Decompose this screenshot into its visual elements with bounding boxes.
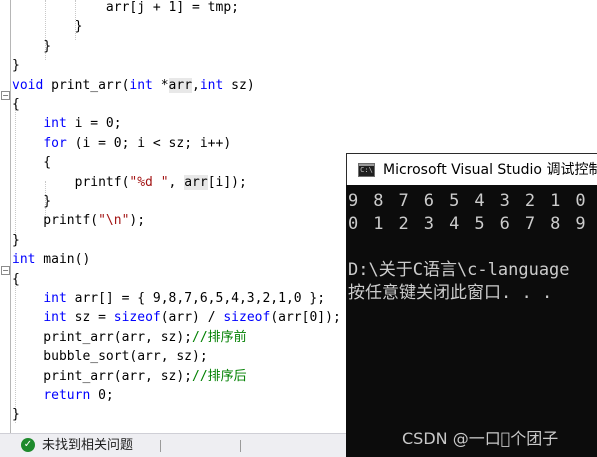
watermark-text: CSDN @一口 个团子: [402, 429, 559, 448]
code-token: for: [43, 135, 67, 151]
outline-gutter: [10, 0, 11, 433]
code-line[interactable]: {: [12, 153, 51, 172]
code-token: }: [12, 19, 83, 35]
code-line[interactable]: {: [12, 270, 20, 289]
code-line[interactable]: {: [12, 95, 20, 114]
code-token: "%d ": [129, 174, 169, 190]
code-token: ,: [192, 77, 200, 93]
code-token: arr: [168, 77, 193, 93]
code-token: print_arr(arr, sz);: [12, 329, 193, 345]
check-circle-icon: ✓: [21, 438, 35, 452]
code-token: }: [12, 38, 52, 54]
console-title: Microsoft Visual Studio 调试控制台: [383, 162, 597, 178]
code-token: int: [43, 116, 67, 132]
code-token: sizeof: [113, 310, 161, 326]
code-token: sz =: [66, 310, 114, 326]
issues-status-text[interactable]: 未找到相关问题: [42, 437, 133, 454]
code-token: printf(: [12, 174, 130, 190]
code-token: {: [12, 271, 20, 287]
console-output-line: 9 8 7 6 5 4 3 2 1 0: [348, 191, 589, 211]
code-token: int: [12, 252, 36, 268]
code-token: printf(: [12, 213, 99, 229]
code-token: return: [43, 388, 91, 403]
code-token: );: [129, 213, 146, 229]
code-token: {: [12, 155, 52, 171]
code-token: }: [12, 58, 20, 74]
code-line[interactable]: for (i = 0; i < sz; i++): [12, 134, 231, 153]
code-line[interactable]: }: [12, 17, 83, 36]
code-token: 0;: [90, 388, 114, 403]
code-line[interactable]: printf("%d ", arr[i]);: [12, 173, 247, 192]
code-token: (i = 0; i < sz; i++): [66, 135, 232, 151]
code-token: {: [12, 97, 20, 112]
code-line[interactable]: }: [12, 405, 20, 424]
code-line[interactable]: }: [12, 192, 51, 211]
code-line[interactable]: }: [12, 37, 51, 56]
code-token: bubble_sort(arr, sz);: [12, 349, 208, 365]
code-token: i = 0;: [66, 116, 122, 132]
code-token: int: [129, 77, 153, 93]
code-token: (arr) /: [160, 310, 224, 326]
code-line[interactable]: printf("\n");: [12, 211, 145, 230]
code-token: }: [12, 232, 20, 248]
code-token: [i]);: [207, 174, 247, 190]
code-line[interactable]: int main(): [12, 250, 90, 269]
fold-toggle-icon[interactable]: −: [1, 266, 10, 275]
code-line[interactable]: int sz = sizeof(arr) / sizeof(arr[0]);: [12, 308, 341, 327]
status-divider: [240, 440, 241, 452]
code-token: (arr[0]);: [270, 310, 341, 326]
status-divider: [160, 440, 161, 452]
console-titlebar[interactable]: C:\ Microsoft Visual Studio 调试控制台: [346, 153, 597, 185]
code-token: print_arr(: [43, 77, 130, 93]
code-token: *: [152, 77, 169, 93]
code-line[interactable]: }: [12, 231, 20, 250]
code-token: int: [43, 310, 67, 326]
code-token: int: [43, 291, 67, 306]
code-line[interactable]: int arr[] = { 9,8,7,6,5,4,3,2,1,0 };: [12, 289, 325, 308]
code-token: //排序后: [192, 368, 247, 384]
code-token: sz): [223, 77, 255, 93]
code-token: arr[j + 1] = tmp;: [12, 0, 239, 15]
code-line[interactable]: bubble_sort(arr, sz);: [12, 347, 208, 366]
code-token: ,: [168, 174, 185, 190]
code-line[interactable]: print_arr(arr, sz);//排序后: [12, 367, 247, 386]
console-output-line: D:\关于C语言\c-language: [348, 260, 570, 280]
fold-toggle-icon[interactable]: −: [1, 91, 10, 100]
code-token: int: [199, 77, 224, 93]
code-line[interactable]: }: [12, 56, 20, 75]
status-bar: ✓ 未找到相关问题: [0, 433, 346, 457]
code-token: main(): [35, 252, 91, 268]
code-token: //排序前: [192, 329, 247, 345]
code-line[interactable]: void print_arr(int *arr,int sz): [12, 76, 255, 95]
code-line[interactable]: print_arr(arr, sz);//排序前: [12, 328, 247, 347]
code-token: arr[] = { 9,8,7,6,5,4,3,2,1,0 };: [66, 291, 326, 306]
code-token: print_arr(arr, sz);: [12, 368, 193, 384]
debug-console-window[interactable]: C:\ Microsoft Visual Studio 调试控制台 9 8 7 …: [346, 153, 597, 457]
code-token: }: [12, 407, 20, 423]
console-output-line: 0 1 2 3 4 5 6 7 8 9: [348, 214, 589, 234]
code-token: }: [12, 194, 52, 209]
console-app-icon: C:\: [358, 163, 375, 177]
code-line[interactable]: return 0;: [12, 386, 114, 405]
code-line[interactable]: arr[j + 1] = tmp;: [12, 0, 239, 17]
console-output-line: 按任意键关闭此窗口. . .: [348, 283, 553, 303]
code-token: sizeof: [223, 310, 271, 326]
code-line[interactable]: int i = 0;: [12, 114, 122, 133]
code-token: void: [12, 77, 44, 93]
code-token: "\n": [98, 213, 130, 229]
code-token: arr: [184, 174, 208, 190]
